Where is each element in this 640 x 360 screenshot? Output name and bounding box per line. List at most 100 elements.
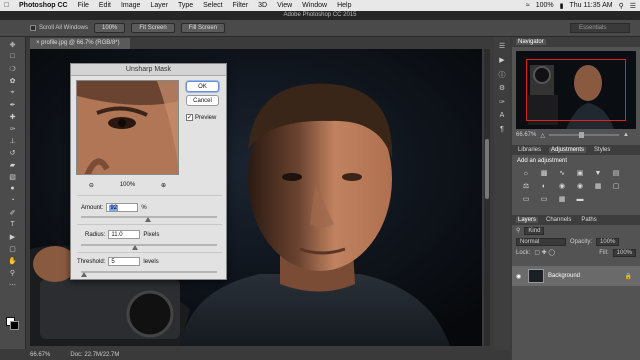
visibility-eye-icon[interactable]: ◉ [516,273,524,280]
black-white-icon[interactable]: ◐ [538,182,550,192]
preview-checkbox[interactable]: ✓ Preview [186,114,216,121]
slider-knob[interactable] [578,132,584,138]
menu-layer[interactable]: Layer [145,2,173,9]
move-tool-icon[interactable]: ✥ [6,40,20,49]
history-brush-tool-icon[interactable]: ↺ [6,148,20,157]
color-balance-icon[interactable]: ⚖ [520,182,532,192]
zoom-100-button[interactable]: 100% [94,23,126,33]
quick-select-tool-icon[interactable]: ✿ [6,76,20,85]
scroll-all-windows-checkbox[interactable]: Scroll All Windows [30,25,88,31]
menu-select[interactable]: Select [198,2,227,9]
lock-options-icon[interactable]: ▢ ✚ ◯ [534,249,555,256]
healing-brush-tool-icon[interactable]: ✚ [6,112,20,121]
blend-mode-select[interactable]: Normal [516,237,566,246]
blur-tool-icon[interactable]: ● [6,184,20,193]
exposure-icon[interactable]: ▣ [574,169,586,179]
notification-icon[interactable]: ☰ [630,2,636,10]
pen-tool-icon[interactable]: ✐ [6,208,20,217]
threshold-input[interactable]: 5 [108,257,141,266]
invert-icon[interactable]: ▢ [610,182,622,192]
navigator-zoom-slider[interactable] [548,132,619,138]
preview-zoom-in-icon[interactable]: ⊕ [161,182,166,189]
menu-view[interactable]: View [272,2,297,9]
posterize-icon[interactable]: ▭ [520,195,532,205]
menu-image[interactable]: Image [116,2,145,9]
fit-screen-button[interactable]: Fit Screen [131,23,175,33]
path-selection-tool-icon[interactable]: ▶ [6,232,20,241]
brush-panel-icon[interactable]: ✑ [497,98,507,107]
dodge-tool-icon[interactable]: ◔ [6,196,20,205]
ok-button[interactable]: OK [186,81,219,92]
layer-kind-filter[interactable]: Kind [524,226,545,235]
photo-filter-icon[interactable]: ◉ [556,182,568,192]
eyedropper-tool-icon[interactable]: ✒ [6,100,20,109]
background-color-swatch[interactable] [10,321,19,330]
clock[interactable]: Thu 11:35 AM [570,2,613,9]
fill-screen-button[interactable]: Fill Screen [180,23,226,33]
actions-panel-icon[interactable]: ▶ [497,56,507,65]
status-zoom[interactable]: 66.67% [30,352,50,358]
crop-tool-icon[interactable]: ⌖ [6,88,20,97]
brightness-icon[interactable]: ☼ [520,169,532,179]
type-tool-icon[interactable]: T [6,220,20,229]
layer-name[interactable]: Background [548,273,580,279]
tab-styles[interactable]: Styles [592,147,612,153]
checkbox-box[interactable] [30,25,36,31]
opacity-input[interactable]: 100% [596,237,620,246]
threshold-slider[interactable] [81,271,217,277]
paragraph-panel-icon[interactable]: ¶ [497,126,507,135]
wifi-icon[interactable]: ≈ [526,2,530,9]
radius-slider[interactable] [81,244,217,250]
preview-zoom-out-icon[interactable]: ⊖ [89,182,94,189]
threshold-icon[interactable]: ▭ [538,195,550,205]
hand-tool-icon[interactable]: ✋ [6,256,20,265]
character-panel-icon[interactable]: A [497,112,507,121]
tab-libraries[interactable]: Libraries [516,147,543,153]
workspace-switcher[interactable]: Essentials [570,23,630,33]
info-panel-icon[interactable]: ⓘ [497,70,507,79]
zoom-in-icon[interactable]: ▲ [623,132,629,138]
zoom-tool-icon[interactable]: ⚲ [6,268,20,277]
amount-slider-thumb[interactable] [145,217,151,222]
tab-navigator[interactable]: Navigator [516,39,546,45]
document-tab[interactable]: × profile.jpg @ 66.7% (RGB/8*) [30,38,130,49]
clone-stamp-tool-icon[interactable]: ⊥ [6,136,20,145]
tab-layers[interactable]: Layers [516,217,539,223]
menu-edit[interactable]: Edit [94,2,116,9]
brush-tool-icon[interactable]: ✑ [6,124,20,133]
hue-saturation-icon[interactable]: ▤ [610,169,622,179]
properties-panel-icon[interactable]: ⚙ [497,84,507,93]
menu-help[interactable]: Help [332,2,356,9]
history-panel-icon[interactable]: ☰ [497,42,507,51]
channel-mixer-icon[interactable]: ◉ [574,182,586,192]
zoom-out-icon[interactable]: △ [540,132,545,139]
menu-3d[interactable]: 3D [253,2,272,9]
menu-app[interactable]: Photoshop CC [14,2,73,9]
menu-type[interactable]: Type [173,2,198,9]
menu-filter[interactable]: Filter [228,2,254,9]
vibrance-icon[interactable]: ▼ [592,169,604,179]
radius-input[interactable]: 11.0 [108,230,141,239]
navigator-thumbnail[interactable] [516,51,636,129]
menu-file[interactable]: File [73,2,94,9]
fill-input[interactable]: 100% [612,248,636,257]
layer-row[interactable]: ◉ Background 🔒 [512,266,640,286]
vertical-scrollbar[interactable] [484,49,490,346]
amount-slider[interactable] [81,216,217,222]
search-icon[interactable]: ⚲ [619,2,624,10]
marquee-tool-icon[interactable]: □ [6,52,20,61]
tab-adjustments[interactable]: Adjustments [549,147,587,153]
threshold-slider-thumb[interactable] [81,272,87,277]
gradient-map-icon[interactable]: ▬ [574,195,586,205]
eraser-tool-icon[interactable]: ▰ [6,160,20,169]
gradient-tool-icon[interactable]: ▧ [6,172,20,181]
cancel-button[interactable]: Cancel [186,95,219,106]
navigator-zoom-value[interactable]: 66.67% [516,132,536,138]
battery-icon[interactable]: ▮ [560,2,564,10]
preview-check-icon[interactable]: ✓ [186,114,193,121]
tab-channels[interactable]: Channels [544,217,573,223]
levels-icon[interactable]: ▩ [538,169,550,179]
status-doc-size[interactable]: Doc: 22.7M/22.7M [70,352,119,358]
menu-window[interactable]: Window [297,2,332,9]
radius-slider-thumb[interactable] [132,245,138,250]
